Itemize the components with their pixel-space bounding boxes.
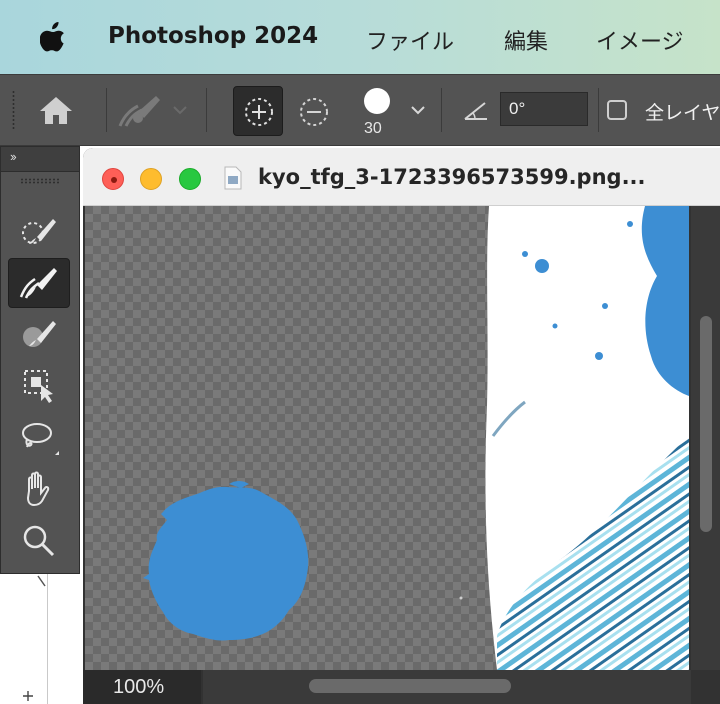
brush-preview-icon[interactable] (362, 86, 392, 116)
horizontal-scroll-thumb[interactable] (309, 679, 511, 693)
collapse-panel-icon[interactable]: ›› (10, 149, 17, 164)
vertical-scroll-thumb[interactable] (700, 316, 712, 532)
hand-icon (26, 471, 50, 507)
zoom-level[interactable]: 100% (83, 670, 201, 704)
separator (206, 88, 207, 132)
chevron-down-icon[interactable] (172, 104, 188, 116)
subtract-selection-icon[interactable] (294, 92, 334, 132)
tool-object-selection[interactable] (8, 360, 70, 410)
object-selection-icon (24, 370, 53, 403)
tools-grip[interactable] (20, 178, 60, 184)
close-dot-icon (111, 177, 117, 183)
brush-size-value: 30 (364, 120, 382, 137)
document-file-icon (224, 166, 242, 190)
menu-file[interactable]: ファイル (366, 24, 454, 56)
refine-edge-brush-icon (19, 268, 57, 299)
separator (106, 88, 107, 132)
separator (441, 88, 442, 132)
quick-selection-icon (22, 219, 56, 244)
image-canvas[interactable] (85, 206, 689, 670)
status-bar: 100% (83, 670, 720, 704)
tool-lasso[interactable] (8, 412, 70, 462)
tool-refine-edge-brush[interactable] (8, 258, 70, 308)
close-button[interactable] (102, 168, 124, 190)
options-grip[interactable] (12, 90, 15, 130)
canvas-image (85, 206, 689, 670)
sample-all-layers-label: 全レイヤ (645, 102, 720, 124)
refine-brush-tool-icon[interactable] (116, 92, 164, 130)
tool-brush[interactable] (8, 308, 70, 358)
vertical-scrollbar[interactable] (691, 206, 720, 670)
tool-hand[interactable] (8, 464, 70, 514)
horizontal-scrollbar[interactable] (203, 670, 691, 704)
workspace-plus-icon (23, 691, 33, 701)
brush-icon (23, 321, 56, 347)
menu-image[interactable]: イメージ (596, 24, 684, 56)
home-icon[interactable] (38, 94, 74, 126)
lasso-icon (22, 423, 59, 455)
angle-input[interactable]: 0° (500, 92, 588, 126)
separator (598, 88, 599, 132)
add-to-selection-button[interactable] (233, 86, 283, 136)
document-titlebar[interactable]: kyo_tfg_3-1723396573599.png... (83, 148, 720, 206)
tool-quick-selection[interactable] (8, 206, 70, 256)
sample-all-layers-checkbox[interactable] (607, 100, 627, 120)
zoom-icon (23, 525, 55, 557)
menu-edit[interactable]: 編集 (504, 24, 548, 56)
angle-icon (464, 102, 487, 120)
brush-chevron-icon[interactable] (410, 104, 426, 116)
tool-zoom[interactable] (8, 516, 70, 566)
menu-bar: Photoshop 2024 ファイル 編集 イメージ (0, 0, 720, 74)
add-selection-icon (245, 98, 273, 126)
workspace-curve-icon (37, 575, 46, 587)
document-window: kyo_tfg_3-1723396573599.png... 100% (83, 148, 720, 704)
screen: Photoshop 2024 ファイル 編集 イメージ 30 0° 全レイヤ ›… (0, 0, 720, 704)
document-title: kyo_tfg_3-1723396573599.png... (258, 165, 646, 189)
minimize-button[interactable] (140, 168, 162, 190)
maximize-button[interactable] (179, 168, 201, 190)
app-menu[interactable]: Photoshop 2024 (108, 23, 318, 49)
apple-icon[interactable] (40, 22, 66, 52)
